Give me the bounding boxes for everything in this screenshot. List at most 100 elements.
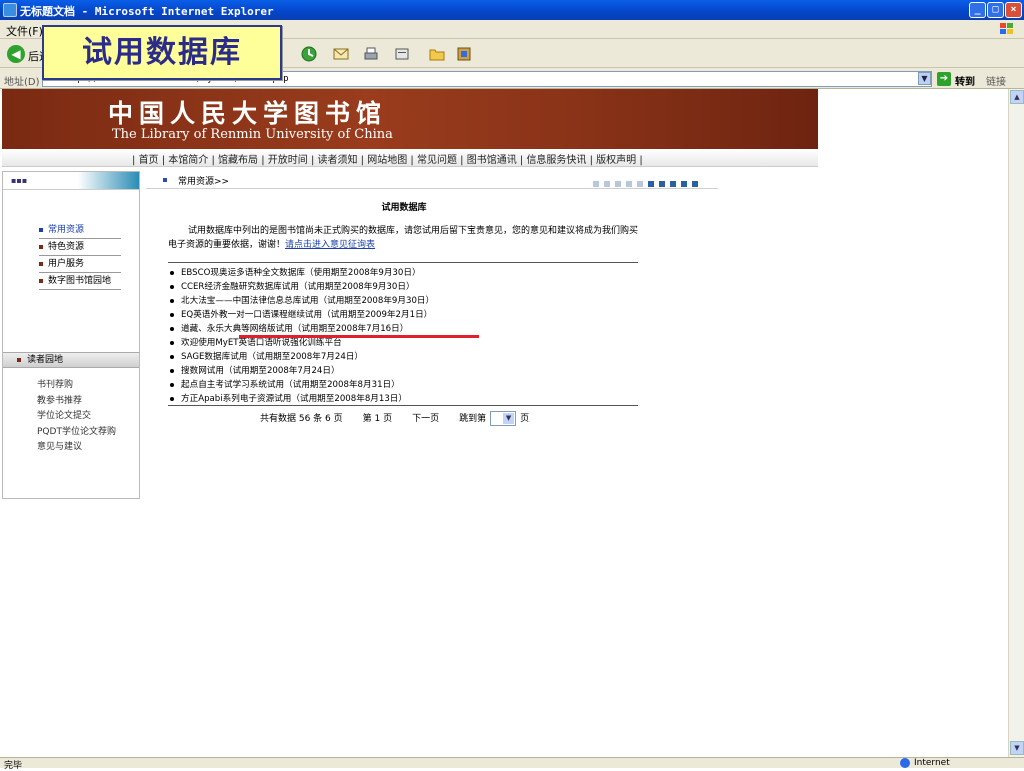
nav-newsletter[interactable]: 图书馆通讯: [467, 155, 517, 166]
top-navigation: | 首页 | 本馆简介 | 馆藏布局 | 开放时间 | 读者须知 | 网站地图 …: [2, 149, 818, 167]
breadcrumb-text[interactable]: 常用资源>>: [178, 174, 229, 187]
title-bar: 无标题文档 - Microsoft Internet Explorer _ □ …: [0, 0, 1024, 20]
nav-hours[interactable]: 开放时间: [268, 155, 308, 166]
intro-text: 试用数据库中列出的是图书馆尚未正式购买的数据库，请您试用后留下宝贵意见，您的意见…: [168, 226, 639, 250]
minimize-button[interactable]: _: [969, 2, 986, 18]
nav-reader-notice[interactable]: 读者须知: [318, 155, 358, 166]
close-button[interactable]: ×: [1005, 2, 1022, 18]
nav-sitemap[interactable]: 网站地图: [367, 155, 407, 166]
nav-info-service[interactable]: 信息服务快讯: [526, 155, 586, 166]
history-icon[interactable]: [300, 45, 318, 63]
bullet-icon: [17, 357, 21, 362]
nav-faq[interactable]: 常见问题: [417, 155, 457, 166]
reader-links: 书刊荐购 教参书推荐 学位论文提交 PQDT学位论文荐购 意见与建议: [37, 378, 116, 456]
list-item[interactable]: SAGE数据库试用（试用期至2008年7月24日）: [170, 350, 640, 364]
bullet-icon: [170, 326, 174, 331]
sidebar-item-digital-library[interactable]: 数字图书馆园地: [39, 273, 121, 290]
page-viewport: 中国人民大学图书馆 The Library of Renmin Universi…: [0, 89, 1008, 757]
reader-corner-title: 读者园地: [27, 355, 64, 365]
sidebar-item-special-resources[interactable]: 特色资源: [39, 239, 121, 256]
feedback-form-link[interactable]: 请点击进入意见征询表: [285, 240, 375, 250]
bullet-icon: [39, 278, 43, 283]
intro-paragraph: 试用数据库中列出的是图书馆尚未正式购买的数据库，请您试用后留下宝贵意见，您的意见…: [168, 224, 640, 252]
links-button[interactable]: 链接: [986, 73, 1006, 88]
list-item[interactable]: 搜数网试用（试用期至2008年7月24日）: [170, 364, 640, 378]
list-item[interactable]: 道藏、永乐大典等网络版试用（试用期至2008年7月16日）: [170, 322, 640, 336]
left-sidebar: ▪▪▪ 常用资源 特色资源 用户服务 数字图书馆园地 读者园地 书刊荐购 教参书…: [2, 171, 140, 499]
list-item[interactable]: 北大法宝——中国法律信息总库试用（试用期至2008年9月30日）: [170, 294, 640, 308]
bullet-icon: [170, 340, 174, 345]
page-select[interactable]: ▼: [490, 411, 517, 426]
bullet-icon: [39, 261, 43, 266]
sidebar-menu: 常用资源 特色资源 用户服务 数字图书馆园地: [39, 222, 121, 290]
bullet-icon: [170, 312, 174, 317]
sidebar-item-label: 常用资源: [48, 225, 85, 235]
divider: [168, 262, 638, 263]
scroll-down-icon[interactable]: ▼: [1010, 741, 1024, 755]
list-item[interactable]: 欢迎使用MyET英语口语听说强化训练平台: [170, 336, 640, 350]
top-nav-links: | 首页 | 本馆简介 | 馆藏布局 | 开放时间 | 读者须知 | 网站地图 …: [132, 155, 643, 166]
sidebar-item-label: 数字图书馆园地: [48, 276, 112, 286]
print-icon[interactable]: [362, 45, 380, 63]
list-item[interactable]: 方正Apabi系列电子资源试用（试用期至2008年8月13日）: [170, 392, 640, 406]
zone-text: Internet: [914, 758, 950, 768]
library-name-en: The Library of Renmin University of Chin…: [112, 127, 393, 142]
breadcrumb: 常用资源>>: [146, 171, 718, 189]
pager-total: 共有数据 56 条 6 页: [260, 414, 343, 424]
address-dropdown-icon[interactable]: ▼: [918, 72, 931, 85]
decorative-dots: [593, 177, 703, 190]
nav-collection-layout[interactable]: 馆藏布局: [218, 155, 258, 166]
status-bar: 完毕 Internet: [0, 757, 1024, 771]
pager-next[interactable]: 下一页: [412, 414, 439, 424]
page-title: 试用数据库: [381, 203, 427, 213]
divider: [168, 405, 638, 406]
reader-link-book-recommend[interactable]: 书刊荐购: [37, 378, 116, 394]
ie-window: 无标题文档 - Microsoft Internet Explorer _ □ …: [0, 0, 1024, 771]
reader-link-textbook[interactable]: 教参书推荐: [37, 394, 116, 410]
mail-icon[interactable]: [332, 45, 350, 63]
menu-file[interactable]: 文件(F): [6, 23, 43, 39]
pager-page-suffix: 页: [520, 414, 530, 424]
bullet-icon: [170, 382, 174, 387]
go-arrow-icon[interactable]: ➔: [937, 72, 951, 86]
chevron-down-icon: ▼: [503, 413, 515, 424]
list-item[interactable]: EQ英语外教一对一口语课程继续试用（试用期至2009年2月1日）: [170, 308, 640, 322]
sidebar-item-label: 用户服务: [48, 259, 85, 269]
bullet-icon: [39, 227, 43, 232]
edit-icon[interactable]: [393, 45, 411, 63]
reader-link-feedback[interactable]: 意见与建议: [37, 440, 116, 456]
bullet-icon: [170, 270, 174, 275]
overlay-caption: 试用数据库: [42, 25, 282, 80]
list-item[interactable]: 起点自主考试学习系统试用（试用期至2008年8月31日）: [170, 378, 640, 392]
sidebar-header: ▪▪▪: [3, 172, 139, 190]
vertical-scrollbar[interactable]: ▲ ▼: [1008, 89, 1024, 757]
list-item[interactable]: EBSCO现奥运多语种全文数据库（使用期至2008年9月30日）: [170, 266, 640, 280]
sidebar-item-label: 特色资源: [48, 242, 85, 252]
sidebar-item-user-services[interactable]: 用户服务: [39, 256, 121, 273]
ie-logo-icon: [3, 3, 17, 17]
grid-icon: ▪▪▪: [11, 176, 28, 185]
folder-icon[interactable]: [428, 45, 446, 63]
messenger-icon[interactable]: [455, 45, 473, 63]
status-text: 完毕: [4, 761, 23, 771]
bullet-icon: [39, 244, 43, 249]
bullet-icon: [170, 354, 174, 359]
maximize-button[interactable]: □: [987, 2, 1004, 18]
list-item[interactable]: CCER经济金融研究数据库试用（试用期至2008年9月30日）: [170, 280, 640, 294]
red-underline-annotation: [239, 335, 479, 338]
pagination: 共有数据 56 条 6 页 第 1 页 下一页 跳到第 ▼ 页: [260, 411, 529, 426]
nav-about[interactable]: 本馆简介: [168, 155, 208, 166]
scroll-up-icon[interactable]: ▲: [1010, 90, 1024, 104]
back-arrow-icon[interactable]: ◀: [7, 45, 25, 63]
library-banner: 中国人民大学图书馆 The Library of Renmin Universi…: [2, 89, 818, 149]
windows-flag-icon: [1000, 23, 1013, 34]
nav-copyright[interactable]: 版权声明: [596, 155, 636, 166]
bullet-icon: [170, 396, 174, 401]
bullet-icon: [170, 298, 174, 303]
reader-link-pqdt[interactable]: PQDT学位论文荐购: [37, 425, 116, 441]
nav-home[interactable]: 首页: [139, 155, 159, 166]
reader-link-thesis-submit[interactable]: 学位论文提交: [37, 409, 116, 425]
library-name-cn: 中国人民大学图书馆: [108, 99, 388, 128]
sidebar-item-common-resources[interactable]: 常用资源: [39, 222, 121, 239]
go-button[interactable]: 转到: [955, 73, 975, 88]
